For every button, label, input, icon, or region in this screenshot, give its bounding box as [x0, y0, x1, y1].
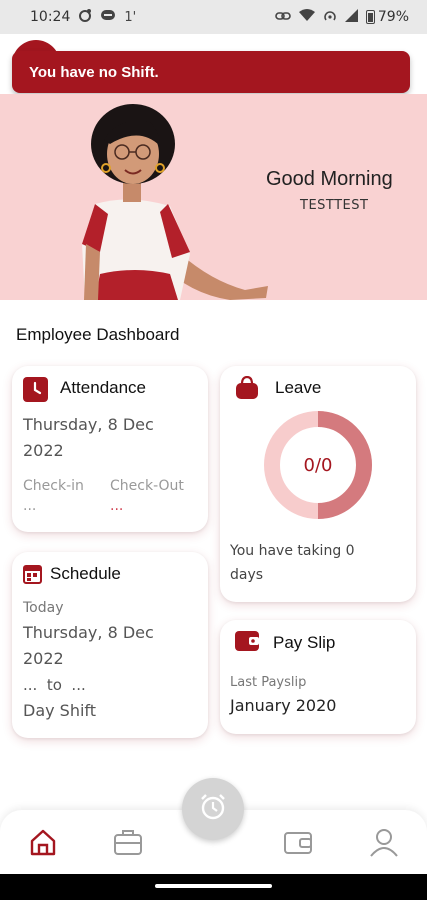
schedule-shift-name: Day Shift [23, 701, 97, 720]
schedule-card[interactable]: Schedule Today Thursday, 8 Dec 2022 ... … [12, 552, 208, 738]
status-left: 10:24 1' [30, 8, 136, 26]
battery-percent: 79% [377, 9, 409, 25]
schedule-time-range: ... to ... [23, 676, 86, 694]
attendance-title: Attendance [60, 378, 147, 397]
checkin-value: ... [23, 498, 37, 514]
alarm-icon [100, 9, 116, 25]
schedule-date-line2: 2022 [23, 649, 64, 668]
wifi-icon [298, 8, 315, 26]
status-right: 79% [275, 8, 409, 26]
attendance-date-line1: Thursday, 8 Dec [23, 415, 154, 434]
toast-message: You have no Shift. [29, 63, 159, 81]
nav-home-icon[interactable] [27, 826, 59, 858]
bag-icon [235, 375, 259, 404]
no-shift-toast: You have no Shift. [12, 51, 410, 93]
payslip-card[interactable]: Pay Slip Last Payslip January 2020 [220, 620, 416, 734]
alarm-clock-icon [198, 792, 228, 826]
checkout-label: Check-Out [110, 478, 184, 494]
signal-icon [344, 8, 358, 26]
battery-indicator: 79% [365, 9, 409, 25]
dashboard-title: Employee Dashboard [16, 325, 180, 344]
payslip-period: January 2020 [230, 696, 337, 715]
checkin-label: Check-in [23, 478, 84, 494]
home-gesture-handle[interactable] [155, 884, 272, 888]
payslip-title: Pay Slip [273, 633, 336, 652]
schedule-title: Schedule [50, 564, 121, 583]
status-bar: 10:24 1' 79% [0, 0, 427, 34]
payment-card-icon [235, 631, 259, 655]
employee-illustration [82, 104, 268, 300]
checkout-value: ... [110, 498, 124, 514]
battery-icon [365, 10, 375, 24]
schedule-date-line1: Thursday, 8 Dec [23, 623, 154, 642]
username-text: TESTTEST [300, 198, 369, 213]
status-extra: 1' [124, 9, 137, 25]
schedule-today-label: Today [23, 600, 64, 616]
hotspot-icon [323, 8, 337, 26]
last-payslip-label: Last Payslip [230, 675, 307, 690]
hero-banner: Good Morning TESTTEST [0, 94, 427, 300]
camera-icon [78, 8, 92, 26]
attendance-fab-button[interactable] [182, 778, 244, 840]
leave-text-line1: You have taking 0 [230, 543, 355, 559]
leave-ratio: 0/0 [303, 454, 333, 476]
leave-card[interactable]: Leave 0/0 You have taking 0 days [220, 366, 416, 602]
gesture-bar [0, 874, 427, 900]
attendance-card[interactable]: Attendance Thursday, 8 Dec 2022 Check-in… [12, 366, 208, 532]
link-icon [275, 10, 291, 25]
nav-profile-icon[interactable] [368, 826, 400, 858]
greeting-text: Good Morning [266, 168, 393, 190]
leave-text-line2: days [230, 567, 264, 583]
nav-briefcase-icon[interactable] [112, 826, 144, 858]
status-time: 10:24 [30, 9, 71, 25]
calendar-icon [23, 565, 42, 588]
clock-icon [23, 377, 48, 406]
nav-wallet-icon[interactable] [282, 826, 314, 858]
leave-title: Leave [275, 378, 322, 397]
attendance-date-line2: 2022 [23, 441, 64, 460]
leave-donut-chart: 0/0 [262, 409, 374, 521]
